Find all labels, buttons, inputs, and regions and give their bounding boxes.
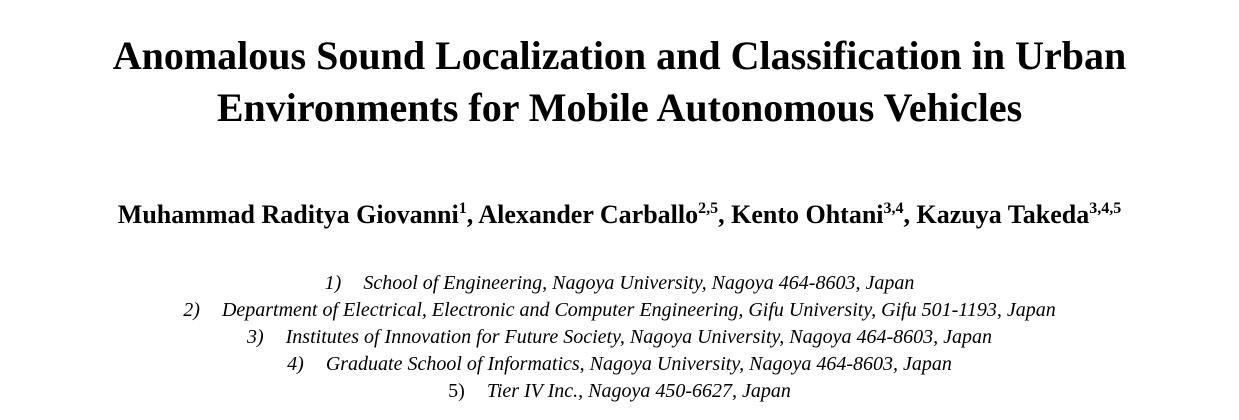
affiliation-number: 2) [183, 299, 200, 321]
author-affiliation-marker: 1 [458, 200, 467, 217]
affiliation-item: 1) School of Engineering, Nagoya Universi… [0, 270, 1239, 297]
author-affiliation-marker: 2,5 [698, 200, 719, 217]
affiliation-number: 5) [448, 380, 465, 402]
affiliation-item: 5) Tier IV Inc., Nagoya 450-6627, Japan [0, 378, 1239, 405]
affiliation-item: 2) Department of Electrical, Electronic a… [0, 297, 1239, 324]
affiliation-text: Department of Electrical, Electronic and… [221, 299, 1056, 321]
title-line-2: Environments for Mobile Autonomous Vehic… [216, 85, 1023, 130]
author-separator: , [466, 200, 479, 229]
affiliation-number: 1) [324, 272, 342, 294]
author-affiliation-marker: 3,4 [883, 200, 904, 217]
affiliation-text: School of Engineering, Nagoya University… [363, 272, 915, 294]
author-name: Kazuya Takeda [916, 200, 1090, 229]
affiliation-item: 4) Graduate School of Informatics, Nagoya… [0, 351, 1239, 378]
author-affiliation-marker: 3,4,5 [1089, 200, 1122, 217]
affiliation-text: Graduate School of Informatics, Nagoya U… [325, 353, 952, 375]
affiliation-item: 3) Institutes of Innovation for Future So… [0, 324, 1239, 351]
author-separator: , [718, 200, 732, 229]
author-separator: , [903, 200, 917, 229]
author-list: Muhammad Raditya Giovanni1, Alexander Ca… [0, 198, 1239, 232]
affiliation-number: 3) [246, 326, 264, 348]
author-name: Kento Ohtani [731, 200, 884, 229]
title-line-1: Anomalous Sound Localization and Classif… [112, 33, 1127, 78]
affiliation-text: Tier IV Inc., Nagoya 450-6627, Japan [486, 380, 791, 402]
affiliation-text: Institutes of Innovation for Future Soci… [285, 326, 993, 348]
affiliation-list: 1) School of Engineering, Nagoya Universi… [0, 270, 1239, 405]
affiliation-number: 4) [287, 353, 304, 375]
author-name: Alexander Carballo [478, 200, 699, 229]
paper-title: Anomalous Sound Localization and Classif… [0, 30, 1239, 134]
author-name: Muhammad Raditya Giovanni [117, 200, 459, 229]
